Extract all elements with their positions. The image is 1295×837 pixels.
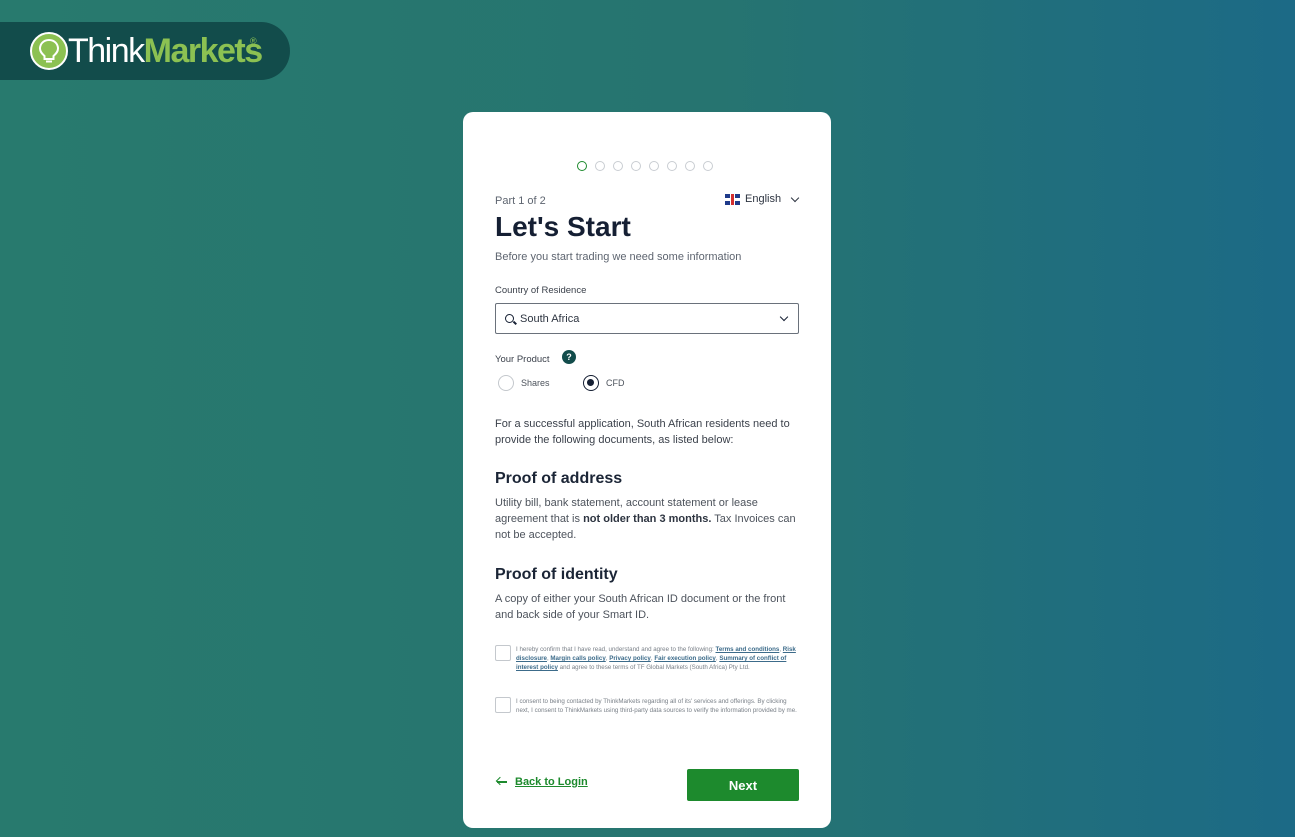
product-option-label: Shares [521, 378, 550, 388]
privacy-policy-link[interactable]: Privacy policy [609, 655, 651, 662]
product-option-shares[interactable]: Shares [498, 375, 550, 391]
progress-dot [667, 161, 677, 171]
page-title: Let's Start [495, 211, 631, 242]
next-button[interactable]: Next [687, 769, 799, 801]
back-label: Back to Login [515, 776, 588, 788]
signup-card: Part 1 of 2 English Let's Start Before y… [463, 112, 831, 828]
brand-wordmark: ThinkMarkets [68, 32, 263, 70]
radio-cfd[interactable] [583, 375, 599, 391]
country-label: Country of Residence [495, 285, 587, 296]
chevron-down-icon [779, 312, 789, 322]
progress-dots [577, 161, 713, 171]
arrow-left-icon [497, 781, 507, 783]
chevron-down-icon [790, 193, 800, 202]
progress-dot [649, 161, 659, 171]
progress-dot [685, 161, 695, 171]
help-icon[interactable]: ? [562, 350, 576, 364]
country-value: South Africa [520, 312, 580, 325]
language-selector[interactable]: English [725, 193, 800, 205]
progress-dot [703, 161, 713, 171]
contact-consent-checkbox[interactable] [495, 697, 511, 713]
product-option-cfd[interactable]: CFD [583, 375, 625, 391]
fair-execution-link[interactable]: Fair execution policy [654, 655, 716, 662]
country-select[interactable]: South Africa [495, 303, 799, 334]
proof-address-heading: Proof of address [495, 470, 623, 487]
back-to-login-link[interactable]: Back to Login [497, 776, 588, 788]
part-indicator: Part 1 of 2 [495, 195, 546, 207]
search-icon [505, 314, 514, 323]
lightbulb-logo-icon [30, 32, 68, 70]
progress-dot [613, 161, 623, 171]
terms-consent-text: I hereby confirm that I have read, under… [516, 646, 796, 671]
proof-address-text: Utility bill, bank statement, account st… [495, 497, 796, 541]
progress-dot [577, 161, 587, 171]
product-option-label: CFD [606, 378, 625, 388]
radio-shares[interactable] [498, 375, 514, 391]
language-label: English [745, 193, 782, 205]
page-subtitle: Before you start trading we need some in… [495, 251, 742, 263]
proof-identity-text: A copy of either your South African ID d… [495, 593, 786, 621]
uk-flag-icon [725, 193, 740, 205]
proof-identity-heading: Proof of identity [495, 566, 618, 583]
margin-calls-link[interactable]: Margin calls policy [550, 655, 605, 662]
progress-dot [595, 161, 605, 171]
documents-intro: For a successful application, South Afri… [495, 418, 790, 446]
terms-link[interactable]: Terms and conditions [716, 646, 780, 653]
product-label: Your Product [495, 354, 550, 365]
terms-checkbox[interactable] [495, 645, 511, 661]
progress-dot [631, 161, 641, 171]
registered-mark: ® [250, 36, 257, 46]
contact-consent-text: I consent to being contacted by ThinkMar… [516, 698, 797, 714]
brand-logo[interactable]: ThinkMarkets ® [0, 22, 290, 80]
